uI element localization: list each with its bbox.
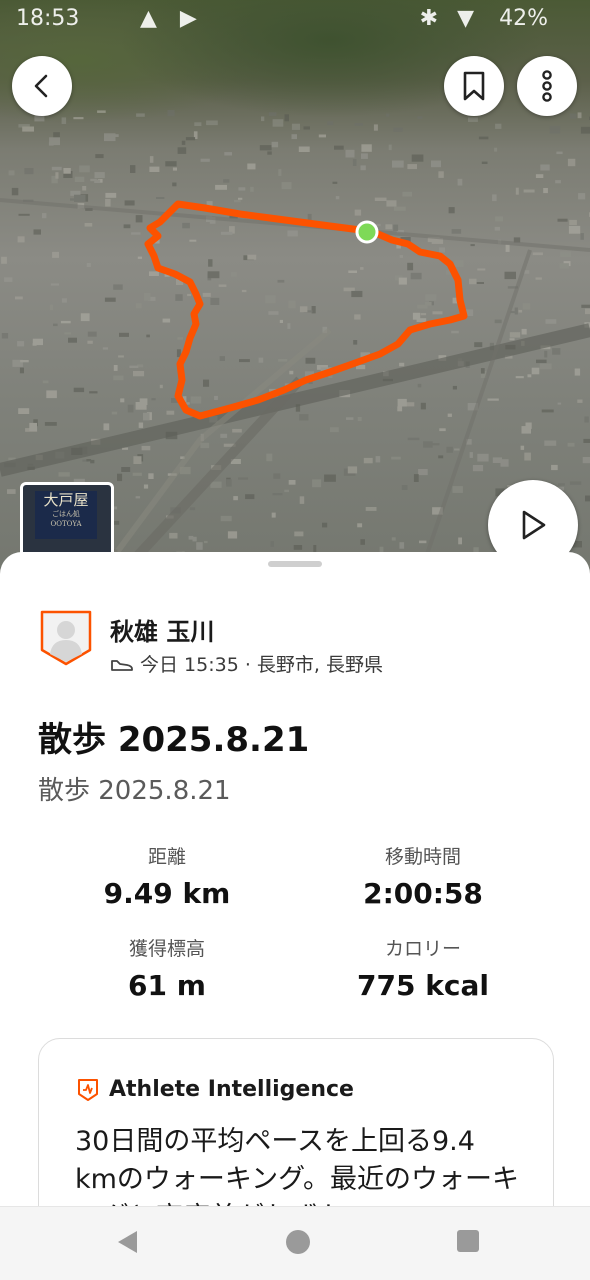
battery-level: 42% <box>499 6 548 31</box>
stat-elevation-gain: 獲得標高 61 m <box>42 934 292 1002</box>
status-bar: 18:53 ▲ ▶ ✱ ▼ 42% <box>0 0 590 38</box>
status-time: 18:53 <box>16 6 80 31</box>
stat-label: 移動時間 <box>384 846 461 868</box>
stat-label: 距離 <box>147 846 186 868</box>
photo-sign: 大戸屋 ごはん処 OOTOYA <box>35 491 97 539</box>
athlete-avatar-icon[interactable] <box>40 610 92 666</box>
back-button[interactable] <box>12 56 72 116</box>
stat-moving-time: 移動時間 2:00:58 <box>298 842 548 910</box>
more-options-button[interactable] <box>517 56 577 116</box>
activity-description: 散歩 2025.8.21 <box>38 776 231 806</box>
stat-calories: カロリー 775 kcal <box>298 934 548 1002</box>
photo-sign-main: 大戸屋 <box>43 491 89 509</box>
athlete-intelligence-header: Athlete Intelligence <box>77 1077 354 1102</box>
more-vertical-icon <box>542 70 552 102</box>
photo-sign-sub: ごはん処 <box>52 510 80 518</box>
shoe-icon <box>111 659 133 671</box>
notification-icons: ▲ ▶ <box>140 6 205 31</box>
athlete-intelligence-title: Athlete Intelligence <box>109 1077 354 1102</box>
bookmark-icon <box>463 71 485 101</box>
activity-meta-text: 今日 15:35 · 長野市, 長野県 <box>140 654 383 676</box>
stat-value: 61 m <box>128 969 206 1002</box>
stat-label: カロリー <box>384 938 461 960</box>
nav-recents-icon[interactable] <box>456 1229 480 1253</box>
activity-photo-thumbnail[interactable]: 大戸屋 ごはん処 OOTOYA <box>20 482 114 560</box>
chevron-left-icon <box>34 74 48 98</box>
route-start-marker <box>355 220 379 244</box>
stat-value: 9.49 km <box>103 877 231 910</box>
stat-value: 775 kcal <box>357 969 489 1002</box>
play-icon <box>522 510 546 540</box>
nav-home-icon[interactable] <box>285 1229 311 1255</box>
route-map[interactable]: 18:53 ▲ ▶ ✱ ▼ 42% 大戸屋 ごはん処 OOTOYA <box>0 0 590 575</box>
stat-label: 獲得標高 <box>128 938 205 960</box>
bookmark-button[interactable] <box>444 56 504 116</box>
athlete-name[interactable]: 秋雄 玉川 <box>110 612 214 647</box>
photo-sign-brand: OOTOYA <box>50 520 82 528</box>
system-navigation-bar <box>0 1206 590 1280</box>
sheet-drag-handle[interactable] <box>268 561 322 567</box>
activity-title: 散歩 2025.8.21 <box>38 720 310 760</box>
stat-distance: 距離 9.49 km <box>42 842 292 910</box>
connectivity-icons: ✱ ▼ <box>419 6 480 31</box>
stat-value: 2:00:58 <box>363 877 483 910</box>
nav-back-icon[interactable] <box>115 1229 139 1255</box>
activity-detail-sheet: 秋雄 玉川 今日 15:35 · 長野市, 長野県 散歩 2025.8.21 散… <box>0 552 590 1279</box>
athlete-intelligence-icon <box>78 1078 98 1101</box>
activity-meta: 今日 15:35 · 長野市, 長野県 <box>110 650 383 677</box>
